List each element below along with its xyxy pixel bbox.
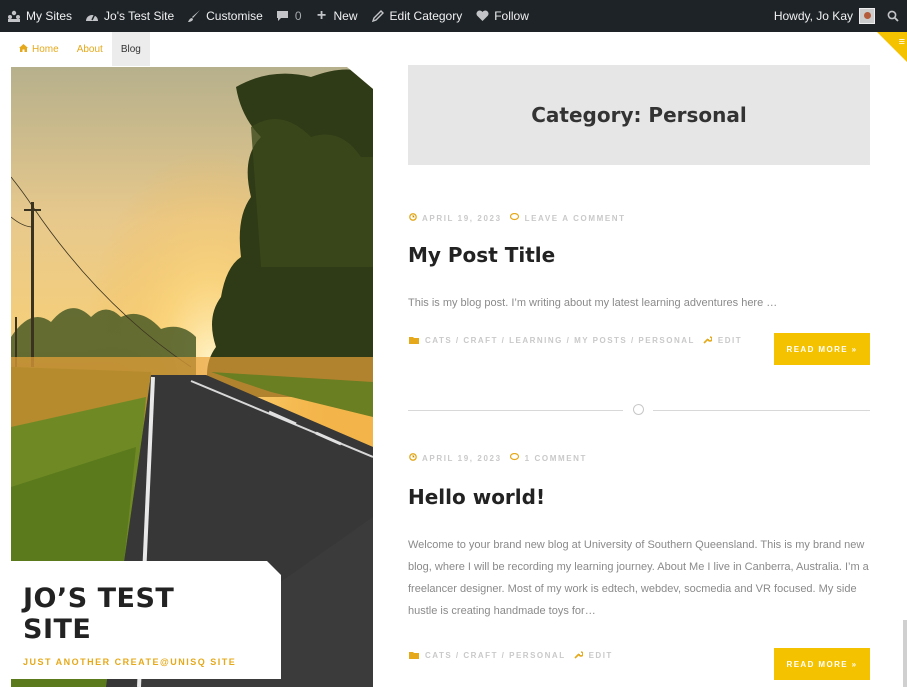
heart-icon: [474, 8, 490, 24]
primary-navigation: Home About Blog: [0, 32, 150, 66]
customise-label: Customise: [206, 9, 263, 23]
post-date[interactable]: APRIL 19, 2023: [422, 214, 502, 223]
sidebar-toggle[interactable]: ≡: [875, 32, 907, 62]
divider-circle: [633, 404, 644, 415]
post-title[interactable]: My Post Title: [408, 243, 555, 267]
post-categories: CATS / CRAFT / PERSONAL EDIT: [409, 650, 613, 661]
site-title-line-1: JO’S TEST: [23, 583, 175, 614]
post-categories: CATS / CRAFT / LEARNING / MY POSTS / PER…: [409, 335, 742, 346]
post-edit-link[interactable]: EDIT: [718, 336, 742, 345]
nav-blog-label: Blog: [120, 43, 141, 55]
nav-home-label: Home: [32, 43, 59, 55]
post-edit-link[interactable]: EDIT: [589, 651, 613, 660]
site-title-line-2: SITE: [23, 614, 92, 645]
nav-about-label: About: [76, 43, 103, 55]
post-comments-link[interactable]: 1 COMMENT: [525, 454, 587, 463]
new-label: New: [333, 9, 358, 23]
comments-link[interactable]: 0: [269, 0, 308, 32]
site-title[interactable]: JO’S TEST SITE: [23, 583, 269, 645]
post-comments-link[interactable]: LEAVE A COMMENT: [525, 214, 626, 223]
post-category-links[interactable]: CATS / CRAFT / LEARNING / MY POSTS / PER…: [425, 336, 695, 345]
my-sites-label: My Sites: [26, 9, 73, 23]
network-icon: [6, 8, 22, 24]
menu-icon: ≡: [898, 36, 905, 48]
nav-blog[interactable]: Blog: [111, 32, 150, 66]
nav-home[interactable]: Home: [10, 32, 68, 66]
follow-label: Follow: [494, 9, 529, 23]
comments-icon: [509, 212, 520, 223]
plus-icon: +: [316, 7, 327, 24]
brush-icon: [186, 8, 202, 24]
site-branding: JO’S TEST SITE JUST ANOTHER CREATE@UNISQ…: [11, 561, 281, 679]
divider-line-right: [653, 410, 870, 411]
post-excerpt: Welcome to your brand new blog at Univer…: [408, 539, 869, 617]
my-sites-menu[interactable]: My Sites: [0, 0, 78, 32]
read-more-button[interactable]: READ MORE »: [774, 333, 870, 365]
post-excerpt: This is my blog post. I’m writing about …: [408, 297, 778, 309]
account-menu[interactable]: Howdy, Jo Kay: [768, 0, 881, 32]
divider-line-left: [408, 410, 623, 411]
site-name-label: Jo's Test Site: [104, 9, 175, 23]
home-icon: [19, 44, 28, 54]
pencil-icon: [370, 8, 386, 24]
post-title[interactable]: Hello world!: [408, 485, 545, 509]
page-title: Category: Personal: [531, 103, 747, 127]
post-meta: APRIL 19, 2023 1 COMMENT: [409, 452, 587, 463]
folder-icon: [409, 336, 419, 346]
follow-link[interactable]: Follow: [468, 0, 535, 32]
search-toggle[interactable]: [881, 0, 907, 32]
dashboard-icon: [84, 8, 100, 24]
edit-category-label: Edit Category: [389, 9, 463, 23]
nav-about[interactable]: About: [68, 32, 112, 66]
folder-icon: [409, 651, 419, 661]
comment-icon: [275, 8, 291, 24]
admin-bar: My Sites Jo's Test Site Customise 0 + Ne…: [0, 0, 907, 32]
customise-link[interactable]: Customise: [180, 0, 269, 32]
post-category-links[interactable]: CATS / CRAFT / PERSONAL: [425, 651, 566, 660]
site-tagline: JUST ANOTHER CREATE@UNISQ SITE: [23, 657, 237, 667]
clock-icon: [409, 213, 417, 223]
howdy-label: Howdy, Jo Kay: [773, 9, 853, 23]
avatar: [859, 8, 875, 24]
wrench-icon: [574, 650, 584, 661]
scrollbar[interactable]: [903, 620, 907, 687]
post-divider: [408, 403, 870, 417]
clock-icon: [409, 453, 417, 463]
read-more-button[interactable]: READ MORE »: [774, 648, 870, 680]
archive-header: Category: Personal: [408, 65, 870, 165]
comments-count: 0: [294, 9, 302, 23]
edit-category-link[interactable]: Edit Category: [364, 0, 469, 32]
wrench-icon: [703, 335, 713, 346]
new-content-menu[interactable]: + New: [308, 0, 364, 32]
site-name-menu[interactable]: Jo's Test Site: [78, 0, 180, 32]
post-meta: APRIL 19, 2023 LEAVE A COMMENT: [409, 212, 626, 223]
post-date[interactable]: APRIL 19, 2023: [422, 454, 502, 463]
search-icon: [885, 8, 901, 24]
comments-icon: [509, 452, 520, 463]
